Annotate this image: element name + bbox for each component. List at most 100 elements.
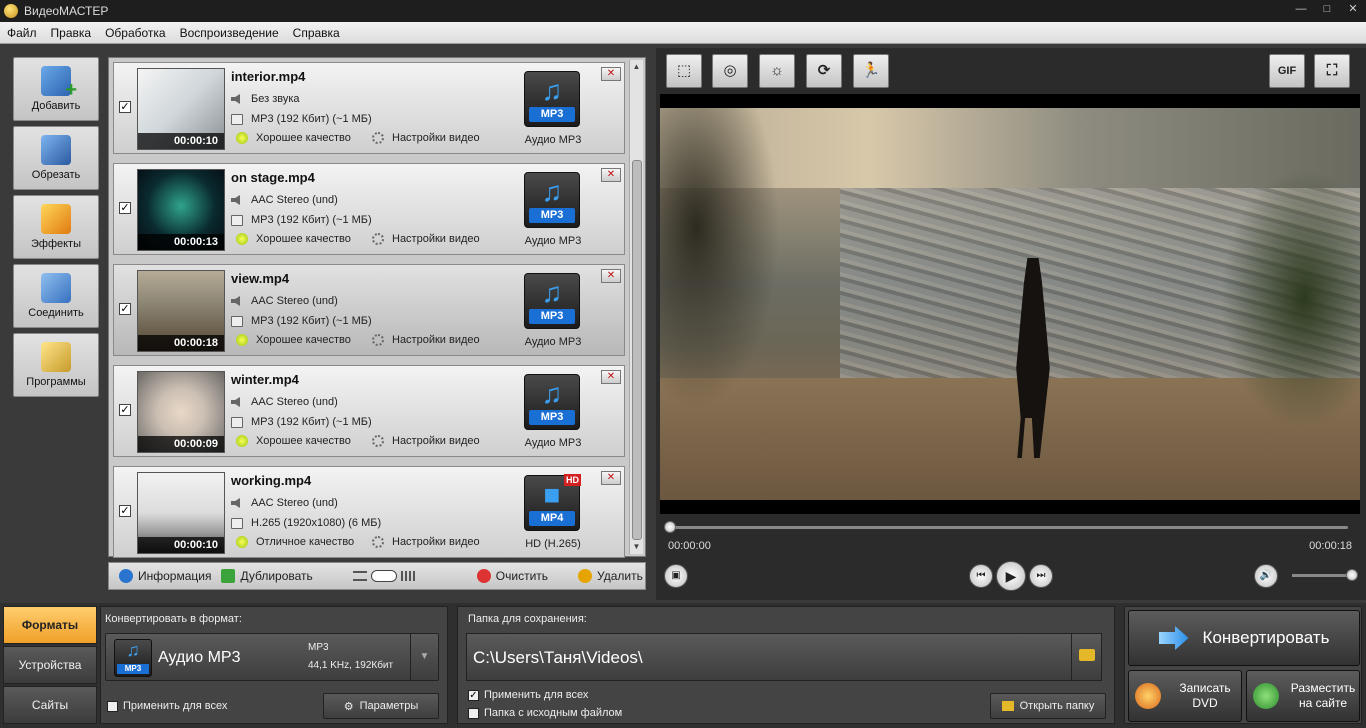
file-name: view.mp4 — [231, 271, 290, 286]
video-settings-link[interactable]: Настройки видео — [372, 334, 480, 346]
seek-handle[interactable] — [664, 521, 676, 533]
quality-setting[interactable]: Хорошее качество — [236, 233, 351, 245]
join-button[interactable]: Соединить — [13, 264, 99, 328]
crop-button[interactable]: ⬚ — [666, 54, 702, 88]
file-item[interactable]: ✓ 00:00:10 interior.mp4 Без звука MP3 (1… — [113, 62, 625, 154]
format-badge[interactable]: ♫ MP3 — [524, 172, 580, 228]
file-checkbox[interactable]: ✓ — [119, 505, 131, 517]
burn-dvd-button[interactable]: Записать DVD — [1128, 670, 1242, 722]
remove-file-button[interactable]: ✕ — [601, 269, 621, 283]
clear-button[interactable]: Очистить — [476, 569, 548, 583]
browse-folder-button[interactable] — [1071, 634, 1101, 680]
effects-button[interactable]: Эффекты — [13, 195, 99, 259]
file-thumbnail: 00:00:09 — [137, 371, 225, 453]
speed-icon: 🏃 — [861, 62, 881, 79]
close-window-button[interactable]: ✕ — [1340, 0, 1366, 22]
maximize-button[interactable]: □ — [1314, 0, 1340, 22]
quality-setting[interactable]: Хорошее качество — [236, 435, 351, 447]
scroll-up-icon[interactable]: ▲ — [630, 60, 643, 74]
audio-text: Без звука — [251, 93, 300, 105]
quality-setting[interactable]: Хорошее качество — [236, 132, 351, 144]
chevron-down-icon[interactable]: ▼ — [410, 634, 438, 680]
video-settings-link[interactable]: Настройки видео — [372, 435, 480, 447]
delete-button[interactable]: Удалить — [578, 569, 643, 583]
play-button[interactable]: ▶ — [996, 561, 1026, 591]
volume-slider[interactable] — [1292, 569, 1358, 581]
previous-button[interactable]: ⏮ — [969, 564, 993, 588]
gear-icon — [372, 132, 384, 144]
grid-view-icon[interactable] — [400, 571, 415, 581]
speed-button[interactable]: 🏃 — [853, 54, 889, 88]
volume-button[interactable]: 🔊 — [1254, 564, 1278, 588]
format-badge[interactable]: ♫ MP3 — [524, 374, 580, 430]
video-settings-link[interactable]: Настройки видео — [372, 536, 480, 548]
audio-text: AAC Stereo (und) — [251, 194, 338, 206]
menu-help[interactable]: Справка — [286, 26, 347, 40]
video-settings-link[interactable]: Настройки видео — [372, 132, 480, 144]
quality-setting[interactable]: Хорошее качество — [236, 334, 351, 346]
remove-file-button[interactable]: ✕ — [601, 168, 621, 182]
apply-all-format-checkbox[interactable]: Применить для всех — [107, 700, 227, 712]
menu-edit[interactable]: Правка — [44, 26, 99, 40]
tab-formats[interactable]: Форматы — [3, 606, 97, 644]
volume-handle[interactable] — [1346, 569, 1358, 581]
fullscreen-button[interactable]: ⛶ — [1314, 54, 1350, 88]
parameters-button[interactable]: ⚙ Параметры — [323, 693, 439, 719]
snapshot-icon: ▣ — [671, 570, 681, 581]
file-checkbox[interactable]: ✓ — [119, 404, 131, 416]
output-info: MP3 (192 Кбит) (~1 МБ) — [231, 315, 372, 327]
rotate-button[interactable]: ⟳ — [806, 54, 842, 88]
watermark-button[interactable]: ◎ — [712, 54, 748, 88]
gear-icon — [372, 233, 384, 245]
file-item-selected[interactable]: ✓ 00:00:18 view.mp4 AAC Stereo (und) MP3… — [113, 264, 625, 356]
duplicate-button[interactable]: Дублировать — [221, 569, 313, 583]
cut-button[interactable]: Обрезать — [13, 126, 99, 190]
remove-file-button[interactable]: ✕ — [601, 67, 621, 81]
speaker-icon — [231, 296, 240, 306]
video-preview[interactable] — [660, 94, 1360, 514]
quality-setting[interactable]: Отличное качество — [236, 536, 354, 548]
quality-text: Отличное качество — [256, 536, 355, 548]
list-scrollbar[interactable]: ▲ ▼ — [629, 60, 643, 554]
gif-button[interactable]: GIF — [1269, 54, 1305, 88]
seek-bar[interactable] — [664, 521, 1348, 533]
open-folder-button[interactable]: Открыть папку — [990, 693, 1106, 719]
file-item[interactable]: ✓ 00:00:13 on stage.mp4 AAC Stereo (und)… — [113, 163, 625, 255]
add-button[interactable]: Добавить — [13, 57, 99, 121]
file-item[interactable]: ✓ 00:00:10 working.mp4 AAC Stereo (und) … — [113, 466, 625, 558]
source-folder-checkbox[interactable]: Папка с исходным файлом — [468, 707, 622, 719]
apply-all-save-checkbox[interactable]: ✓ Применить для всех — [468, 689, 588, 701]
scroll-down-icon[interactable]: ▼ — [630, 540, 643, 554]
format-badge[interactable]: ■ MP4 HD — [524, 474, 581, 531]
info-button[interactable]: Информация — [119, 569, 211, 583]
format-badge[interactable]: ♫ MP3 — [524, 71, 580, 127]
scroll-thumb[interactable] — [632, 160, 642, 540]
upload-site-button[interactable]: Разместить на сайте — [1246, 670, 1360, 722]
file-checkbox[interactable]: ✓ — [119, 303, 131, 315]
list-view-icon[interactable] — [352, 571, 367, 581]
save-folder-box: Папка для сохранения: C:\Users\Таня\Vide… — [457, 606, 1115, 724]
next-button[interactable]: ⏭ — [1029, 564, 1053, 588]
remove-file-button[interactable]: ✕ — [601, 471, 621, 485]
minimize-button[interactable]: — — [1288, 0, 1314, 22]
file-checkbox[interactable]: ✓ — [119, 101, 131, 113]
snapshot-button[interactable]: ▣ — [664, 564, 688, 588]
quality-icon — [236, 233, 248, 245]
menu-process[interactable]: Обработка — [98, 26, 173, 40]
menu-file[interactable]: Файл — [0, 26, 44, 40]
format-selector[interactable]: ♫ MP3 Аудио MP3 MP3 44,1 KHz, 192Кбит ▼ — [105, 633, 439, 681]
file-checkbox[interactable]: ✓ — [119, 202, 131, 214]
convert-button[interactable]: Конвертировать — [1128, 610, 1360, 666]
programs-button[interactable]: Программы — [13, 333, 99, 397]
tab-sites[interactable]: Сайты — [3, 686, 97, 724]
menu-playback[interactable]: Воспроизведение — [173, 26, 286, 40]
file-item[interactable]: ✓ 00:00:09 winter.mp4 AAC Stereo (und) M… — [113, 365, 625, 457]
format-badge[interactable]: ♫ MP3 — [524, 273, 580, 329]
save-path-field[interactable]: C:\Users\Таня\Videos\ — [466, 633, 1102, 681]
view-switch[interactable] — [370, 570, 397, 582]
remove-file-button[interactable]: ✕ — [601, 370, 621, 384]
tab-devices[interactable]: Устройства — [3, 646, 97, 684]
video-settings-link[interactable]: Настройки видео — [372, 233, 480, 245]
brightness-button[interactable]: ☼ — [759, 54, 795, 88]
view-toggle[interactable] — [352, 570, 415, 582]
